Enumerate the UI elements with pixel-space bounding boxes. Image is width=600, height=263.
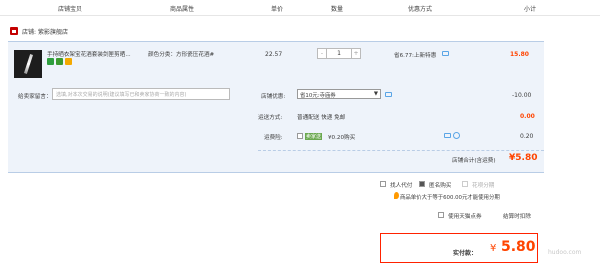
proxy-pay-label: 找人代付 (390, 183, 413, 189)
shop-icon (10, 27, 18, 35)
discount-selected: 省10元:寺庙券 (300, 93, 336, 99)
insurance-info-icon[interactable] (444, 133, 451, 138)
attr-value: 方形瓷压花酒# (175, 52, 215, 58)
discount-info-icon[interactable] (385, 92, 392, 97)
discount-value: -10.00 (512, 92, 532, 99)
promo-info-icon[interactable] (442, 51, 449, 56)
huabei-checkbox[interactable] (462, 181, 468, 187)
proxy-pay-checkbox[interactable] (380, 181, 386, 187)
shop-name-link[interactable]: 紫影旗舰店 (38, 27, 68, 36)
attr-label: 颜色分类： (148, 52, 176, 58)
quantity-stepper: - 1 + (317, 48, 361, 59)
anonymous-checkbox[interactable] (419, 181, 425, 187)
product-thumbnail[interactable] (14, 50, 42, 78)
coupon-note: 结算时扣除 (503, 214, 531, 220)
coupon-label: 使用天猫点券 (448, 214, 482, 220)
unit-price: 22.57 (265, 51, 283, 58)
corkscrew-image (23, 54, 33, 74)
payment-currency: ¥ (490, 243, 497, 254)
message-input[interactable]: 选填,对本次交易的说明(建议填写已和卖家协商一致的内容) (52, 88, 230, 100)
col-quantity: 数量 (331, 6, 344, 13)
product-tags (47, 58, 72, 65)
insurance-badge: 卖家送 (305, 133, 323, 140)
shop-line: 店铺: 紫影旗舰店 (10, 26, 68, 36)
location-pin-icon (394, 192, 399, 199)
huabei-hint: 商品单价大于等于600.00元才能使用分期 (400, 195, 500, 201)
insurance-label: 运费险: (264, 135, 283, 141)
divider (258, 150, 544, 151)
message-label: 给卖家留言： (18, 94, 52, 100)
qty-plus-button[interactable]: + (351, 48, 361, 59)
watermark: hudoo.com (548, 249, 582, 256)
product-name-link[interactable]: 手持晒衣架宝花酒套装剑匣剪晒... (47, 50, 131, 58)
insurance-amount: 0.20 (520, 133, 534, 140)
insurance-checkbox[interactable] (297, 133, 303, 139)
qty-minus-button[interactable]: - (317, 48, 327, 59)
huabei-label: 花呗分期 (472, 183, 495, 189)
shop-total-value: ¥5.80 (509, 153, 538, 163)
coupon-checkbox[interactable] (438, 212, 444, 218)
item-subtotal: 15.80 (510, 51, 529, 58)
discount-label: 店铺优惠: (261, 94, 286, 100)
shipping-method: 普通配送 快递 免邮 (297, 115, 346, 121)
shipping-amount: 0.00 (520, 113, 535, 120)
discount-select[interactable]: 省10元:寺庙券 ▼ (297, 89, 381, 99)
anonymous-label: 匿名购买 (429, 183, 452, 189)
guarantee-icon[interactable] (56, 58, 63, 65)
order-block (8, 41, 544, 173)
qty-input[interactable]: 1 (327, 48, 351, 59)
product-attributes: 颜色分类：方形瓷压花酒# (148, 50, 214, 58)
seven-day-return-icon[interactable] (47, 58, 54, 65)
column-header-row: 店铺宝贝 商品属性 单价 数量 优惠方式 小计 (0, 0, 600, 16)
payment-label: 实付款： (453, 250, 478, 257)
help-icon[interactable] (453, 132, 460, 139)
col-discount: 优惠方式 (408, 6, 433, 13)
payment-value: 5.80 (501, 239, 536, 255)
chevron-down-icon: ▼ (373, 91, 378, 97)
col-unit-price: 单价 (271, 6, 284, 13)
shipping-label: 运送方式: (258, 115, 283, 121)
credit-card-icon[interactable] (65, 58, 72, 65)
shop-prefix: 店铺: (22, 28, 37, 36)
col-shop-item: 店铺宝贝 (58, 6, 83, 13)
shop-total-label: 店铺合计(含运费) (452, 158, 496, 164)
insurance-price: ¥0.20购买 (328, 135, 356, 141)
promo-text: 省6.77:上新特惠 (394, 53, 437, 59)
col-attributes: 商品属性 (170, 6, 195, 13)
col-subtotal: 小计 (524, 6, 537, 13)
